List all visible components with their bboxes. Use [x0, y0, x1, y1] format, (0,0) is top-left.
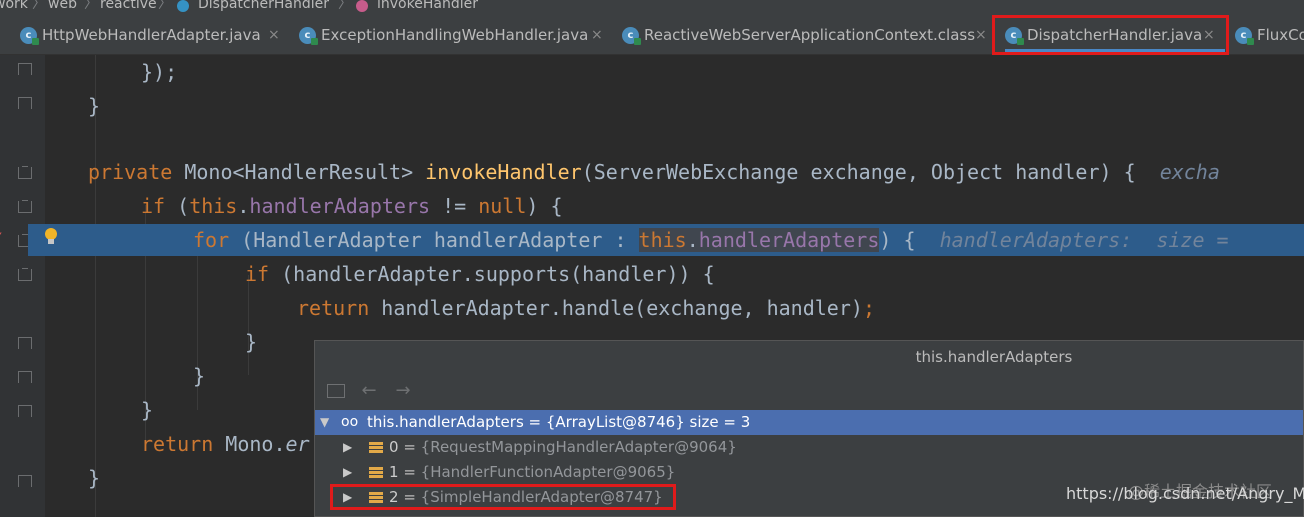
breakpoint-icon[interactable]: ⁄	[0, 230, 8, 248]
fold-marker-icon[interactable]	[18, 63, 32, 75]
tab-httpwebhandleradapter[interactable]: c HttpWebHandlerAdapter.java ×	[20, 19, 285, 52]
breadcrumb-item-work[interactable]: work	[0, 0, 28, 11]
array-element-icon	[369, 442, 383, 454]
breadcrumb-separator: 〉	[158, 0, 172, 12]
popup-toolbar: ← →	[315, 373, 1303, 409]
item-index: 1	[389, 463, 399, 481]
fold-marker-icon[interactable]	[18, 97, 32, 109]
breadcrumb-item-method[interactable]: invokeHandler	[377, 0, 478, 11]
code-line-for: for (HandlerAdapter handlerAdapter : thi…	[193, 228, 1229, 252]
collapse-arrow-icon[interactable]: ▼	[320, 410, 329, 435]
fold-marker-icon[interactable]	[18, 200, 32, 213]
watch-glasses-icon: oo	[341, 414, 359, 430]
fold-marker-icon[interactable]	[18, 475, 32, 487]
code-line: });	[141, 60, 178, 84]
breadcrumb: work 〉 web 〉 reactive 〉 DispatcherHandle…	[0, 0, 1304, 14]
tab-fluxco[interactable]: c FluxCo	[1235, 19, 1304, 52]
array-element-icon	[369, 467, 383, 479]
code-line-if-supports: if (handlerAdapter.supports(handler)) {	[245, 262, 715, 286]
close-icon[interactable]: ×	[268, 19, 280, 52]
tab-exceptionhandlingwebhandler[interactable]: c ExceptionHandlingWebHandler.java ×	[299, 19, 609, 52]
close-icon[interactable]: ×	[975, 19, 987, 52]
tree-row-root[interactable]: ▼ oo this.handlerAdapters = {ArrayList@8…	[315, 410, 1303, 435]
tab-label: HttpWebHandlerAdapter.java	[42, 26, 261, 44]
back-arrow-icon[interactable]: ←	[357, 379, 381, 403]
fold-marker-icon[interactable]	[18, 166, 32, 179]
breadcrumb-separator: 〉	[84, 0, 98, 12]
variable-value: {ArrayList@8746} size = 3	[545, 413, 751, 431]
tree-row-item[interactable]: ▶ 0 = {RequestMappingHandlerAdapter@9064…	[315, 435, 1303, 460]
inline-debug-hint: handlerAdapters: size =	[939, 228, 1229, 252]
breadcrumb-item-reactive[interactable]: reactive	[100, 0, 157, 11]
item-index: 0	[389, 438, 399, 456]
item-value: {RequestMappingHandlerAdapter@9064}	[420, 438, 737, 456]
method-icon	[356, 0, 368, 12]
java-class-icon: c	[20, 27, 39, 45]
java-class-icon: c	[299, 27, 318, 45]
item-value: {HandlerFunctionAdapter@9065}	[420, 463, 676, 481]
expand-arrow-icon[interactable]: ▶	[343, 435, 352, 460]
expand-arrow-icon[interactable]: ▶	[343, 460, 352, 485]
close-icon[interactable]: ×	[591, 19, 603, 52]
variable-name: this.handlerAdapters	[367, 413, 524, 431]
watermark-url: https://blog.csdn.net/Angry_Mills	[1066, 484, 1304, 503]
code-line: }	[141, 398, 154, 422]
fold-marker-icon[interactable]	[18, 337, 32, 349]
fold-marker-icon[interactable]	[18, 371, 32, 383]
forward-arrow-icon[interactable]: →	[391, 379, 415, 403]
highlight-box-active-tab	[992, 15, 1229, 55]
view-as-icon[interactable]	[325, 379, 349, 403]
class-icon	[177, 0, 189, 12]
tab-reactivewebserverapplicationcontext[interactable]: c ReactiveWebServerApplicationContext.cl…	[622, 19, 992, 52]
editor-gutter	[0, 55, 45, 517]
lightbulb-icon[interactable]	[44, 228, 58, 248]
fold-marker-icon[interactable]	[18, 268, 32, 281]
code-line: }	[193, 364, 206, 388]
code-line-method-signature: private Mono<HandlerResult> invokeHandle…	[88, 160, 1220, 184]
highlight-box-item-2	[330, 484, 676, 510]
code-line: }	[88, 466, 101, 490]
code-line: }	[245, 330, 258, 354]
breadcrumb-item-class[interactable]: DispatcherHandler	[198, 0, 329, 11]
popup-title: this.handlerAdapters	[915, 348, 1073, 366]
tab-label: ReactiveWebServerApplicationContext.clas…	[644, 26, 976, 44]
code-line: }	[88, 94, 101, 118]
breadcrumb-separator: 〉	[338, 0, 352, 12]
breadcrumb-item-web[interactable]: web	[48, 0, 77, 11]
breadcrumb-separator: 〉	[32, 0, 46, 12]
java-class-icon: c	[622, 27, 641, 45]
java-class-icon: c	[1235, 27, 1254, 45]
code-line-return: return handlerAdapter.handle(exchange, h…	[297, 296, 875, 320]
fold-marker-icon[interactable]	[18, 405, 32, 417]
code-line-return-mono: return Mono.er	[141, 432, 310, 456]
tab-label: FluxCo	[1257, 26, 1304, 44]
tab-label: ExceptionHandlingWebHandler.java	[321, 26, 589, 44]
code-line-if: if (this.handlerAdapters != null) {	[141, 194, 563, 218]
indent-guide	[95, 55, 96, 517]
